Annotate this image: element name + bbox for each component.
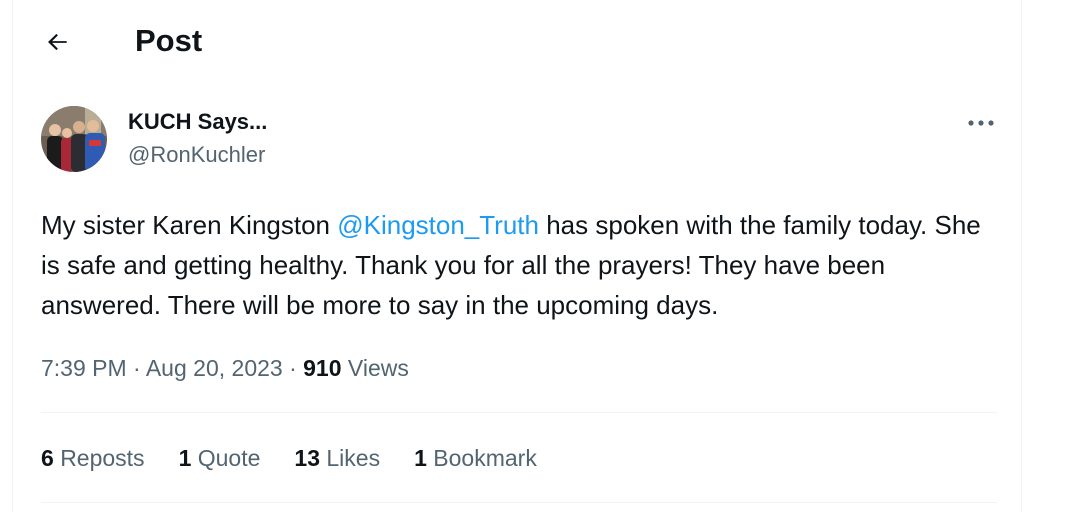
post-page: Post KUCH Says... @RonKuchler My sister …	[0, 0, 1067, 512]
bookmarks-label: Bookmark	[433, 445, 537, 471]
bookmarks-stat[interactable]: 1 Bookmark	[414, 443, 537, 473]
reposts-count: 6	[41, 445, 54, 471]
bookmarks-count: 1	[414, 445, 427, 471]
arrow-left-icon	[48, 33, 67, 51]
post-text-before: My sister Karen Kingston	[41, 210, 338, 240]
quotes-label: Quote	[197, 445, 261, 471]
post-date[interactable]: Aug 20, 2023	[146, 355, 283, 381]
post-text: My sister Karen Kingston @Kingston_Truth…	[41, 205, 1001, 325]
more-horizontal-icon	[968, 120, 994, 126]
main-column: Post KUCH Says... @RonKuchler My sister …	[12, 0, 1022, 512]
meta-separator-2: ·	[289, 355, 297, 381]
more-options-button[interactable]	[963, 108, 999, 138]
reposts-label: Reposts	[60, 445, 145, 471]
author-avatar[interactable]	[41, 106, 107, 172]
author-handle[interactable]: @RonKuchler	[128, 141, 265, 169]
post-time[interactable]: 7:39 PM	[41, 355, 127, 381]
views-label: Views	[347, 355, 409, 381]
reposts-stat[interactable]: 6 Reposts	[41, 443, 145, 473]
views-count: 910	[303, 355, 342, 381]
page-title: Post	[135, 23, 203, 58]
engagement-stats: 6 Reposts 1 Quote 13 Likes 1 Bookmark	[41, 443, 537, 473]
likes-stat[interactable]: 13 Likes	[294, 443, 380, 473]
mention-link[interactable]: @Kingston_Truth	[337, 210, 539, 240]
post-meta: 7:39 PM · Aug 20, 2023 · 910 Views	[41, 353, 409, 383]
likes-label: Likes	[326, 445, 381, 471]
divider-bottom	[41, 502, 997, 503]
divider-top	[41, 412, 997, 413]
post-header: Post	[13, 0, 1021, 82]
quotes-count: 1	[178, 445, 192, 471]
author-name[interactable]: KUCH Says...	[128, 108, 267, 136]
meta-separator: ·	[133, 355, 141, 381]
avatar-photo	[41, 106, 107, 172]
likes-count: 13	[294, 445, 320, 471]
back-button[interactable]	[40, 24, 76, 60]
quotes-stat[interactable]: 1 Quote	[179, 443, 261, 473]
